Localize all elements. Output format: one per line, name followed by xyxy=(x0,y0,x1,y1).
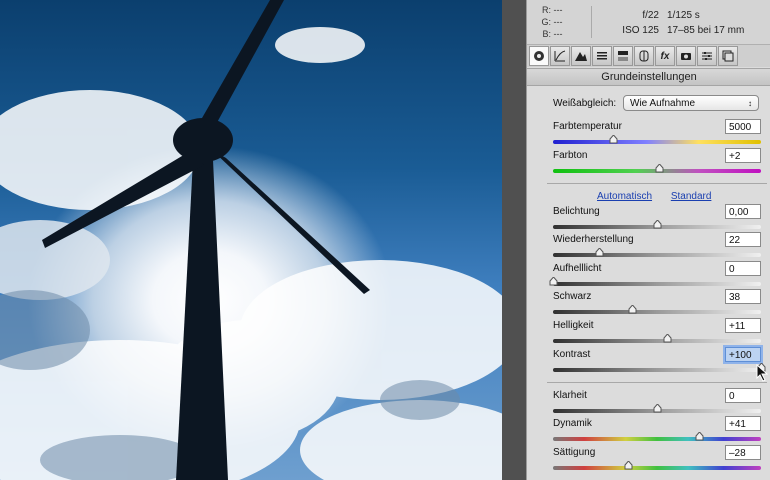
slider-value-dynamik[interactable]: +41 xyxy=(725,416,761,431)
slider-thumb-wiederherstellung[interactable] xyxy=(595,248,604,257)
divider-1 xyxy=(547,183,767,184)
slider-label-kontrast: Kontrast xyxy=(553,349,591,360)
slider-thumb-klarheit[interactable] xyxy=(653,404,662,413)
slider-thumb-helligkeit[interactable] xyxy=(663,334,672,343)
slider-track-saettigung[interactable] xyxy=(553,466,761,470)
slider-label-klarheit: Klarheit xyxy=(553,390,587,401)
rgb-readout: R: --- G: --- B: --- xyxy=(539,4,563,40)
slider-value-klarheit[interactable]: 0 xyxy=(725,388,761,403)
mountain-icon[interactable] xyxy=(571,46,591,66)
slider-label-schwarz: Schwarz xyxy=(553,291,592,302)
circle-icon[interactable] xyxy=(529,46,549,66)
slider-row-helligkeit: Helligkeit +11 xyxy=(553,318,761,348)
slider-value-kontrast[interactable]: +100 xyxy=(725,347,761,362)
slider-label-saettigung: Sättigung xyxy=(553,447,596,458)
shutter-speed: 1/125 s xyxy=(667,10,700,21)
slider-value-belichtung[interactable]: 0,00 xyxy=(725,204,761,219)
slider-row-klarheit: Klarheit 0 xyxy=(553,388,761,418)
slider-thumb-aufhelllicht[interactable] xyxy=(549,277,558,286)
slider-label-helligkeit: Helligkeit xyxy=(553,320,594,331)
lens-icon[interactable] xyxy=(634,46,654,66)
slider-value-farbtemperatur[interactable]: 5000 xyxy=(725,119,761,134)
slider-thumb-farbtemperatur[interactable] xyxy=(609,135,618,144)
slider-row-saettigung: Sättigung –28 xyxy=(553,445,761,475)
sliders-icon[interactable] xyxy=(697,46,717,66)
slider-track-aufhelllicht[interactable] xyxy=(553,282,761,286)
slider-thumb-belichtung[interactable] xyxy=(653,220,662,229)
slider-track-helligkeit[interactable] xyxy=(553,339,761,343)
slider-value-schwarz[interactable]: 38 xyxy=(725,289,761,304)
automatic-link[interactable]: Automatisch xyxy=(597,191,652,202)
slider-row-kontrast: Kontrast +100 xyxy=(553,347,766,377)
split-icon[interactable] xyxy=(613,46,633,66)
slider-value-wiederherstellung[interactable]: 22 xyxy=(725,232,761,247)
slider-value-aufhelllicht[interactable]: 0 xyxy=(725,261,761,276)
wind-turbine-image xyxy=(0,0,502,480)
exif-readout: f/22 1/125 s ISO 125 17–85 bei 17 mm xyxy=(607,8,744,38)
slider-value-farbton[interactable]: +2 xyxy=(725,148,761,163)
info-bar: R: --- G: --- B: --- f/22 1/125 s ISO 125… xyxy=(527,0,770,45)
slider-thumb-farbton[interactable] xyxy=(655,164,664,173)
slider-label-farbton: Farbton xyxy=(553,150,588,161)
slider-label-belichtung: Belichtung xyxy=(553,206,600,217)
g-value: --- xyxy=(553,17,563,27)
tone-links: Automatisch Standard xyxy=(597,191,727,202)
g-label: G: xyxy=(541,17,551,27)
slider-row-farbton: Farbton +2 xyxy=(553,148,761,178)
divider-2 xyxy=(547,382,767,383)
slider-row-aufhelllicht: Aufhelllicht 0 xyxy=(549,261,761,291)
b-value: --- xyxy=(553,29,563,39)
standard-link[interactable]: Standard xyxy=(671,191,712,202)
adjustment-panel: R: --- G: --- B: --- f/22 1/125 s ISO 125… xyxy=(526,0,770,480)
slider-thumb-dynamik[interactable] xyxy=(695,432,704,441)
r-value: --- xyxy=(553,5,563,15)
aperture: f/22 xyxy=(642,10,659,21)
slider-track-dynamik[interactable] xyxy=(553,437,761,441)
slider-row-schwarz: Schwarz 38 xyxy=(553,289,761,319)
slider-label-farbtemperatur: Farbtemperatur xyxy=(553,121,622,132)
slider-track-farbtemperatur[interactable] xyxy=(553,140,761,144)
fx-icon[interactable]: fx xyxy=(655,46,675,66)
white-balance-label: Weißabgleich: xyxy=(553,98,617,109)
slider-label-dynamik: Dynamik xyxy=(553,418,592,429)
slider-track-wiederherstellung[interactable] xyxy=(553,253,761,257)
preset-icon[interactable] xyxy=(718,46,738,66)
camera-icon[interactable] xyxy=(676,46,696,66)
slider-thumb-saettigung[interactable] xyxy=(624,461,633,470)
white-balance-value: Wie Aufnahme xyxy=(630,98,696,109)
panel-tabs: fx xyxy=(527,45,770,67)
mouse-cursor-icon xyxy=(756,364,768,382)
photo-preview xyxy=(0,0,502,480)
lens: 17–85 bei 17 mm xyxy=(667,25,745,36)
b-label: B: xyxy=(542,29,551,39)
panel-divider xyxy=(502,0,526,480)
slider-row-farbtemperatur: Farbtemperatur 5000 xyxy=(553,119,761,149)
slider-track-kontrast[interactable] xyxy=(553,368,761,372)
white-balance-select[interactable]: Wie Aufnahme ↕ xyxy=(623,95,759,111)
bars-icon[interactable] xyxy=(592,46,612,66)
slider-thumb-schwarz[interactable] xyxy=(628,305,637,314)
r-label: R: xyxy=(542,5,551,15)
info-separator xyxy=(591,6,592,38)
slider-label-wiederherstellung: Wiederherstellung xyxy=(553,234,634,245)
iso: ISO 125 xyxy=(622,25,659,36)
slider-row-dynamik: Dynamik +41 xyxy=(553,416,761,446)
section-title: Grundeinstellungen xyxy=(527,68,770,86)
updown-arrow-icon: ↕ xyxy=(748,99,752,108)
slider-track-schwarz[interactable] xyxy=(553,310,761,314)
slider-value-saettigung[interactable]: –28 xyxy=(725,445,761,460)
curve-icon[interactable] xyxy=(550,46,570,66)
slider-label-aufhelllicht: Aufhelllicht xyxy=(553,263,602,274)
slider-row-wiederherstellung: Wiederherstellung 22 xyxy=(553,232,761,262)
slider-row-belichtung: Belichtung 0,00 xyxy=(553,204,761,234)
slider-value-helligkeit[interactable]: +11 xyxy=(725,318,761,333)
